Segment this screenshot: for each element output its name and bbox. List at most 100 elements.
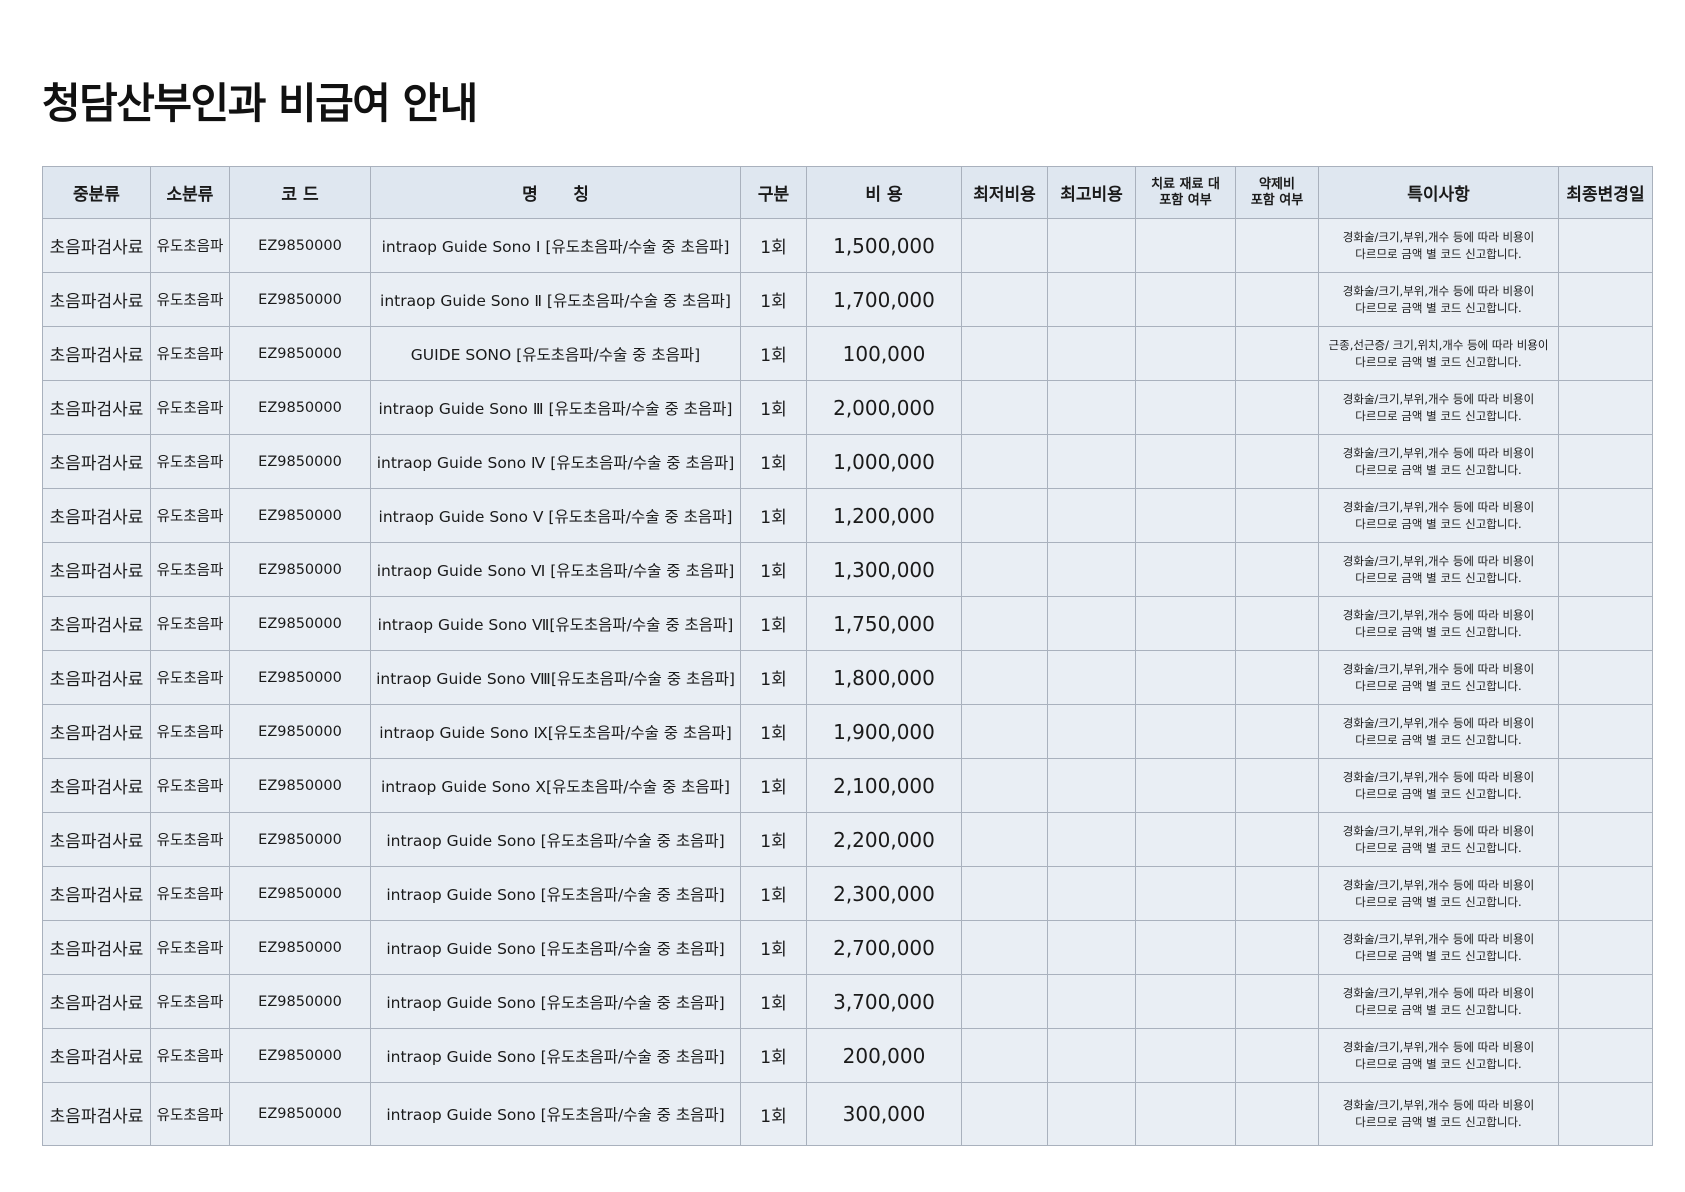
cell-note: 근종,선근증/ 크기,위치,개수 등에 따라 비용이 다르므로 금액 별 코드 신… (1318, 326, 1559, 381)
cell-drug-included (1235, 542, 1319, 597)
cell-updated (1558, 218, 1653, 273)
cell-updated (1558, 272, 1653, 327)
note-line: 다르므로 금액 별 코드 신고합니다. (1355, 1056, 1522, 1071)
table-row: 초음파검사료 유도초음파 EZ9850000 intraop Guide Sono Ⅰ… (42, 218, 1653, 273)
cell-code: EZ9850000 (229, 650, 371, 705)
cell-mid-category: 초음파검사료 (42, 650, 151, 705)
cell-cost: 2,000,000 (806, 380, 962, 435)
cell-mid-category: 초음파검사료 (42, 596, 151, 651)
header-row: 중분류 소분류 코 드 명 칭 구분 비 용 최저비용 최고비용 치료 재료 대… (42, 166, 1653, 219)
cell-material-included (1135, 650, 1236, 705)
cell-name: intraop Guide Sono Ⅰ [유도초음파/수술 중 초음파] (370, 218, 741, 273)
cell-drug-included (1235, 218, 1319, 273)
cell-material-included (1135, 218, 1236, 273)
cell-max-cost (1047, 650, 1136, 705)
cell-min-cost (961, 920, 1048, 975)
cell-mid-category: 초음파검사료 (42, 1082, 151, 1146)
cell-max-cost (1047, 488, 1136, 543)
cell-note: 경화술/크기,부위,개수 등에 따라 비용이 다르므로 금액 별 코드 신고합니다… (1318, 704, 1559, 759)
note-line: 다르므로 금액 별 코드 신고합니다. (1355, 624, 1522, 639)
cell-code: EZ9850000 (229, 812, 371, 867)
cell-material-included (1135, 596, 1236, 651)
cell-unit: 1회 (740, 542, 807, 597)
header-material-included: 치료 재료 대 포함 여부 (1135, 166, 1236, 219)
note-line: 경화술/크기,부위,개수 등에 따라 비용이 (1342, 499, 1535, 514)
table-row: 초음파검사료 유도초음파 EZ9850000 intraop Guide Sono [… (42, 866, 1653, 921)
cell-updated (1558, 434, 1653, 489)
note-line: 경화술/크기,부위,개수 등에 따라 비용이 (1342, 1039, 1535, 1054)
cell-note: 경화술/크기,부위,개수 등에 따라 비용이다르므로 금액 별 코드 신고합니다… (1318, 1028, 1559, 1083)
cell-min-cost (961, 1028, 1048, 1083)
cell-code: EZ9850000 (229, 866, 371, 921)
cell-mid-category: 초음파검사료 (42, 704, 151, 759)
cell-unit: 1회 (740, 866, 807, 921)
cell-unit: 1회 (740, 704, 807, 759)
cell-unit: 1회 (740, 1082, 807, 1146)
note-line: 경화술/크기,부위,개수 등에 따라 비용이 (1342, 391, 1535, 406)
cell-name: intraop Guide Sono Ⅹ[유도초음파/수술 중 초음파] (370, 758, 741, 813)
cell-mid-category: 초음파검사료 (42, 866, 151, 921)
cell-drug-included (1235, 812, 1319, 867)
cell-note: 경화술/크기,부위,개수 등에 따라 비용이 다르므로 금액 별 코드 신고합니다… (1318, 974, 1559, 1029)
cell-name: intraop Guide Sono Ⅳ [유도초음파/수술 중 초음파] (370, 434, 741, 489)
cell-note: 경화술/크기,부위,개수 등에 따라 비용이 다르므로 금액 별 코드 신고합니다… (1318, 1082, 1559, 1146)
note-line: 다르므로 금액 별 코드 신고합니다. (1355, 840, 1522, 855)
cell-note: 경화술/크기,부위,개수 등에 따라 비용이 다르므로 금액 별 코드 신고합니다… (1318, 272, 1559, 327)
header-updated: 최종변경일 (1558, 166, 1653, 219)
note-line: 경화술/크기,부위,개수 등에 따라 비용이 (1342, 553, 1535, 568)
cell-sub-category: 유도초음파 (150, 218, 230, 273)
note-line: 근종,선근증/ 크기,위치,개수 등에 따라 비용이 (1328, 337, 1549, 352)
cell-max-cost (1047, 380, 1136, 435)
cell-material-included (1135, 1082, 1236, 1146)
cell-mid-category: 초음파검사료 (42, 1028, 151, 1083)
cell-sub-category: 유도초음파 (150, 272, 230, 327)
cell-min-cost (961, 272, 1048, 327)
note-line: 다르므로 금액 별 코드 신고합니다. (1355, 300, 1522, 315)
cell-name: intraop Guide Sono [유도초음파/수술 중 초음파] (370, 974, 741, 1029)
cell-updated (1558, 812, 1653, 867)
cell-mid-category: 초음파검사료 (42, 542, 151, 597)
cell-material-included (1135, 812, 1236, 867)
cell-min-cost (961, 380, 1048, 435)
cell-drug-included (1235, 434, 1319, 489)
cell-code: EZ9850000 (229, 434, 371, 489)
cell-note: 경화술/크기,부위,개수 등에 따라 비용이 다르므로 금액 별 코드 신고합니다… (1318, 812, 1559, 867)
header-mid-category: 중분류 (42, 166, 151, 219)
cell-cost: 1,000,000 (806, 434, 962, 489)
note-line: 경화술/크기,부위,개수 등에 따라 비용이 (1342, 1098, 1535, 1112)
cell-note: 경화술/크기,부위,개수 등에 따라 비용이 다르므로 금액 별 코드 신고합니다… (1318, 542, 1559, 597)
cell-drug-included (1235, 1082, 1319, 1146)
cell-min-cost (961, 650, 1048, 705)
cell-note: 경화술/크기,부위,개수 등에 따라 비용이 다르므로 금액 별 코드 신고합니다… (1318, 866, 1559, 921)
page: 청담산부인과 비급여 안내 중분류 소분류 코 드 명 칭 구분 비 용 최저비… (0, 0, 1685, 1192)
note-line: 경화술/크기,부위,개수 등에 따라 비용이 (1342, 607, 1535, 622)
cell-updated (1558, 974, 1653, 1029)
cell-cost: 100,000 (806, 326, 962, 381)
cell-updated (1558, 1082, 1653, 1146)
cell-min-cost (961, 488, 1048, 543)
cell-sub-category: 유도초음파 (150, 866, 230, 921)
cell-updated (1558, 704, 1653, 759)
cell-sub-category: 유도초음파 (150, 1082, 230, 1146)
cell-mid-category: 초음파검사료 (42, 974, 151, 1029)
cell-drug-included (1235, 596, 1319, 651)
cell-note: 경화술/크기,부위,개수 등에 따라 비용이 다르므로 금액 별 코드 신고합니다… (1318, 218, 1559, 273)
table-row: 초음파검사료 유도초음파 EZ9850000 intraop Guide Sono Ⅱ… (42, 272, 1653, 327)
cell-updated (1558, 866, 1653, 921)
cell-code: EZ9850000 (229, 326, 371, 381)
cell-sub-category: 유도초음파 (150, 812, 230, 867)
header-sub-category: 소분류 (150, 166, 230, 219)
header-unit: 구분 (740, 166, 807, 219)
cell-mid-category: 초음파검사료 (42, 758, 151, 813)
table-row: 초음파검사료 유도초음파 EZ9850000 intraop Guide Sono Ⅳ… (42, 434, 1653, 489)
cell-unit: 1회 (740, 1028, 807, 1083)
cell-note: 경화술/크기,부위,개수 등에 따라 비용이 다르므로 금액 별 코드 신고합니다… (1318, 380, 1559, 435)
cell-cost: 1,800,000 (806, 650, 962, 705)
cell-cost: 1,300,000 (806, 542, 962, 597)
cell-sub-category: 유도초음파 (150, 974, 230, 1029)
cell-min-cost (961, 434, 1048, 489)
cell-updated (1558, 920, 1653, 975)
cell-unit: 1회 (740, 380, 807, 435)
cell-note: 경화술/크기,부위,개수 등에 따라 비용이 다르므로 금액 별 코드 신고합니다… (1318, 650, 1559, 705)
cell-name: intraop Guide Sono [유도초음파/수술 중 초음파] (370, 866, 741, 921)
